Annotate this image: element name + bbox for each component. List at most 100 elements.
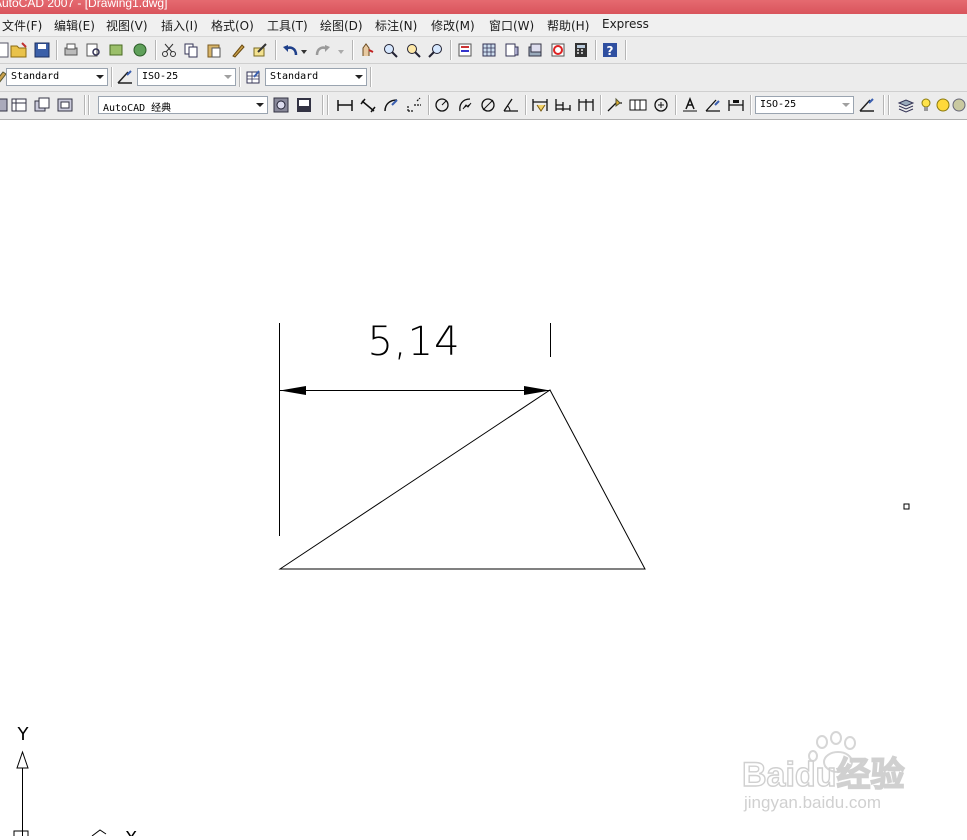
dimension-style-manager-icon[interactable] (858, 96, 876, 114)
workspace-settings-icon[interactable] (272, 96, 290, 114)
title-bar: AutoCAD 2007 - [Drawing1.dwg] (0, 0, 967, 14)
linear-dimension-icon[interactable] (336, 96, 354, 114)
dimension-style-select[interactable]: ISO-25 (137, 68, 236, 86)
watermark-brand: Baidu经验 (742, 755, 904, 794)
paste-icon[interactable] (205, 41, 223, 59)
drawing-canvas[interactable]: 5,14 Y X (0, 120, 967, 840)
viewport-icon[interactable] (10, 96, 28, 114)
menu-express[interactable]: Express (602, 17, 649, 31)
toolbar-separator (239, 67, 241, 87)
quick-leader-icon[interactable] (606, 96, 624, 114)
help-icon[interactable]: ? (601, 41, 619, 59)
baseline-dimension-icon[interactable] (554, 96, 572, 114)
dimension-update-icon[interactable] (727, 96, 745, 114)
toolbar-separator (428, 95, 430, 115)
menu-draw[interactable]: 绘图(D) (320, 17, 363, 34)
menu-format[interactable]: 格式(O) (211, 17, 254, 34)
cut-icon[interactable] (160, 41, 178, 59)
toolbar-separator (322, 95, 324, 115)
radius-dimension-icon[interactable] (433, 96, 451, 114)
menu-view[interactable]: 视图(V) (106, 17, 148, 34)
text-style-select[interactable]: Standard (6, 68, 108, 86)
table-style-icon[interactable] (244, 68, 262, 86)
toolbar-separator (155, 40, 157, 60)
dimension-edit-icon[interactable] (681, 96, 699, 114)
workspaces-dimension-toolbar: AutoCAD 经典 ISO-25 (0, 92, 967, 120)
polygonal-viewport-icon[interactable] (56, 96, 74, 114)
open-icon[interactable] (10, 41, 28, 59)
model-space: 5,14 Y X (13, 319, 910, 840)
pan-icon[interactable] (358, 41, 376, 59)
match-properties-icon[interactable] (229, 41, 247, 59)
single-viewport-icon[interactable] (33, 96, 51, 114)
ucs-icon: Y X (13, 724, 137, 840)
redo-icon[interactable] (314, 41, 332, 59)
redo-dropdown-icon[interactable] (336, 43, 346, 61)
angular-dimension-icon[interactable] (502, 96, 520, 114)
dimension-style-icon[interactable] (116, 68, 134, 86)
toolbar-separator (888, 95, 890, 115)
dimension-style-control[interactable]: ISO-25 (755, 96, 854, 114)
properties-icon[interactable] (456, 41, 474, 59)
tool-palettes-icon[interactable] (503, 41, 521, 59)
design-center-icon[interactable] (480, 41, 498, 59)
layer-properties-icon[interactable] (897, 96, 915, 114)
plot-icon[interactable] (62, 41, 80, 59)
jogged-dimension-icon[interactable] (456, 96, 474, 114)
text-style-value: Standard (11, 71, 60, 82)
menu-window[interactable]: 窗口(W) (489, 17, 534, 34)
layer-thaw-icon[interactable] (936, 96, 950, 114)
plot-preview-icon[interactable] (84, 41, 102, 59)
menu-edit[interactable]: 编辑(E) (54, 17, 95, 34)
toolbar-separator (675, 95, 677, 115)
dimension-arrowhead-right (524, 386, 550, 395)
copy-icon[interactable] (182, 41, 200, 59)
menu-insert[interactable]: 插入(I) (161, 17, 198, 34)
zoom-window-icon[interactable] (404, 41, 422, 59)
zoom-realtime-icon[interactable] (381, 41, 399, 59)
ucs-y-label: Y (17, 724, 30, 745)
quick-dimension-icon[interactable] (531, 96, 549, 114)
center-mark-icon[interactable] (652, 96, 670, 114)
menu-dimension[interactable]: 标注(N) (375, 17, 417, 34)
sheet-set-manager-icon[interactable] (526, 41, 544, 59)
layer-unlock-icon[interactable] (952, 96, 966, 114)
undo-icon[interactable] (282, 41, 300, 59)
arc-length-icon[interactable] (382, 96, 400, 114)
toolbar-separator (352, 40, 354, 60)
menu-file[interactable]: 文件(F) (2, 17, 42, 34)
continue-dimension-icon[interactable] (577, 96, 595, 114)
chevron-down-icon (224, 75, 232, 79)
calculator-icon[interactable] (572, 41, 590, 59)
toolbar-separator (84, 95, 86, 115)
layout-icon[interactable] (0, 96, 10, 114)
publish-web-icon[interactable] (131, 41, 149, 59)
markup-set-manager-icon[interactable] (549, 41, 567, 59)
table-style-select[interactable]: Standard (265, 68, 367, 86)
dimension-text[interactable]: 5,14 (367, 319, 460, 365)
chevron-down-icon (256, 103, 264, 107)
diameter-dimension-icon[interactable] (479, 96, 497, 114)
workspace-select[interactable]: AutoCAD 经典 (98, 96, 268, 114)
toolbar-separator (327, 95, 329, 115)
tolerance-icon[interactable] (629, 96, 647, 114)
aligned-dimension-icon[interactable] (359, 96, 377, 114)
dimension-text-edit-icon[interactable] (704, 96, 722, 114)
toolbar-separator (525, 95, 527, 115)
menu-tools[interactable]: 工具(T) (267, 17, 308, 34)
save-icon[interactable] (33, 41, 51, 59)
standard-toolbar: ? (0, 37, 967, 64)
zoom-previous-icon[interactable] (427, 41, 445, 59)
menu-modify[interactable]: 修改(M) (431, 17, 475, 34)
save-workspace-icon[interactable] (295, 96, 313, 114)
publish-icon[interactable] (107, 41, 125, 59)
undo-dropdown-icon[interactable] (299, 43, 309, 61)
ordinate-dimension-icon[interactable] (405, 96, 423, 114)
toolbar-separator (88, 95, 90, 115)
dimension-style-value: ISO-25 (142, 71, 179, 82)
triangle-shape (278, 389, 646, 570)
layer-on-icon[interactable] (920, 96, 932, 114)
block-editor-icon[interactable] (251, 41, 269, 59)
toolbar-separator (56, 40, 58, 60)
menu-help[interactable]: 帮助(H) (547, 17, 589, 34)
